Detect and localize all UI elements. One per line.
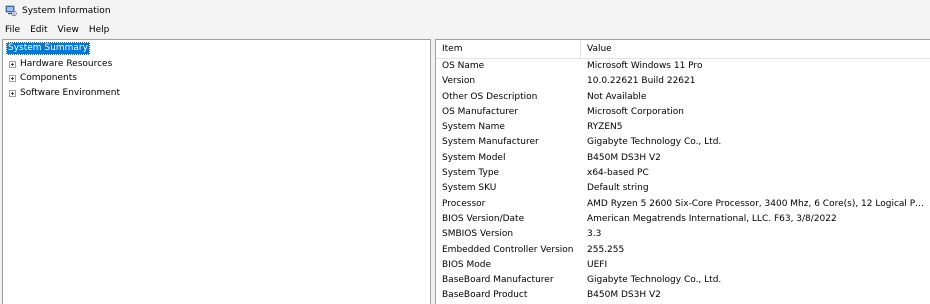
menu-help[interactable]: Help xyxy=(84,25,115,35)
row-item-cell: OS Name xyxy=(442,61,485,71)
menu-edit[interactable]: Edit xyxy=(25,25,52,35)
system-information-icon xyxy=(5,5,17,17)
table-row[interactable]: System Model B450M DS3H V2 xyxy=(436,151,930,166)
tree-item-system-summary[interactable]: System Summary xyxy=(6,42,90,55)
system-information-window: System Information File Edit View Help S… xyxy=(0,0,930,304)
table-row[interactable]: Version 10.0.22621 Build 22621 xyxy=(436,74,930,89)
tree-item-label: Software Environment xyxy=(20,88,121,98)
row-value-cell: Gigabyte Technology Co., Ltd. xyxy=(587,137,722,148)
row-item-cell: System Name xyxy=(442,122,505,133)
row-value-cell: x64-based PC xyxy=(587,168,649,179)
row-item-cell: Version xyxy=(442,76,476,87)
row-value-cell: Microsoft Corporation xyxy=(587,106,684,117)
row-value-cell: 3.3 xyxy=(587,229,602,240)
tree-item-hardware-resources[interactable]: Hardware Resources xyxy=(9,57,112,71)
row-item-cell: BaseBoard Manufacturer xyxy=(442,275,554,286)
table-row[interactable]: Processor AMD Ryzen 5 2600 Six-Core Proce… xyxy=(436,197,930,212)
row-item-cell: System SKU xyxy=(442,183,497,194)
row-value-cell: Not Available xyxy=(587,91,647,102)
row-value-cell: 255.255 xyxy=(587,244,625,255)
row-item-cell: BIOS Version/Date xyxy=(442,213,525,224)
expand-icon[interactable] xyxy=(9,74,16,82)
table-row[interactable]: System Type x64-based PC xyxy=(436,166,930,181)
row-value-cell: Microsoft Windows 11 Pro xyxy=(587,61,703,71)
menu-file[interactable]: File xyxy=(0,25,25,35)
table-row[interactable]: Embedded Controller Version 255.255 xyxy=(436,243,930,258)
list-header: Item Value xyxy=(436,40,930,59)
table-row[interactable]: Other OS Description Not Available xyxy=(436,90,930,105)
details-list[interactable]: Item Value OS Name Microsoft Windows 11 P… xyxy=(435,39,930,304)
table-row[interactable]: System Name RYZEN5 xyxy=(436,120,930,135)
row-value-cell: UEFI xyxy=(587,259,608,270)
expand-icon[interactable] xyxy=(9,60,16,68)
row-item-cell: BIOS Mode xyxy=(442,259,492,270)
list-body: OS Name Microsoft Windows 11 Pro Version 10… xyxy=(436,59,930,304)
row-item-cell: Other OS Description xyxy=(442,91,538,102)
table-row[interactable]: BIOS Version/Date American Megatrends Int… xyxy=(436,212,930,227)
row-value-cell: B450M DS3H V2 xyxy=(587,152,661,163)
row-value-cell: 10.0.22621 Build 22621 xyxy=(587,76,696,87)
row-item-cell: OS Manufacturer xyxy=(442,106,518,117)
table-row[interactable]: BaseBoard Product B450M DS3H V2 xyxy=(436,288,930,303)
tree-item-label: Hardware Resources xyxy=(20,59,113,69)
row-item-cell: SMBIOS Version xyxy=(442,229,514,240)
table-row[interactable]: SMBIOS Version 3.3 xyxy=(436,227,930,242)
row-item-cell: Embedded Controller Version xyxy=(442,244,574,255)
table-row[interactable]: BIOS Mode UEFI xyxy=(436,258,930,273)
row-item-cell: System Type xyxy=(442,168,500,179)
title-bar[interactable]: System Information xyxy=(0,0,930,21)
tree-item-label: Components xyxy=(20,73,77,83)
row-item-cell: System Model xyxy=(442,152,506,163)
row-value-cell: RYZEN5 xyxy=(587,122,623,133)
row-value-cell: Default string xyxy=(587,183,649,194)
table-row[interactable]: System SKU Default string xyxy=(436,181,930,196)
row-value-cell: AMD Ryzen 5 2600 Six-Core Processor, 340… xyxy=(587,198,930,209)
row-value-cell: B450M DS3H V2 xyxy=(587,290,661,301)
row-value-cell: Gigabyte Technology Co., Ltd. xyxy=(587,275,722,286)
menu-bar: File Edit View Help xyxy=(0,21,930,38)
tree-item-software-environment[interactable]: Software Environment xyxy=(9,86,120,100)
window-title: System Information xyxy=(22,5,111,16)
table-row[interactable]: System Manufacturer Gigabyte Technology C… xyxy=(436,135,930,150)
expand-icon[interactable] xyxy=(9,89,16,97)
tree-item-components[interactable]: Components xyxy=(9,71,77,85)
row-item-cell: BaseBoard Product xyxy=(442,290,528,301)
menu-view[interactable]: View xyxy=(53,25,84,35)
row-value-cell: American Megatrends International, LLC. … xyxy=(587,213,837,224)
row-item-cell: Processor xyxy=(442,198,486,209)
column-header-value[interactable]: Value xyxy=(581,40,930,58)
row-item-cell: System Manufacturer xyxy=(442,137,539,148)
table-row[interactable]: BaseBoard Manufacturer Gigabyte Technolog… xyxy=(436,273,930,288)
category-tree[interactable]: System Summary Hardware Resources Compon… xyxy=(2,39,431,304)
table-row[interactable]: OS Name Microsoft Windows 11 Pro xyxy=(436,59,930,74)
table-row[interactable]: OS Manufacturer Microsoft Corporation xyxy=(436,105,930,120)
column-header-item[interactable]: Item xyxy=(436,40,581,58)
